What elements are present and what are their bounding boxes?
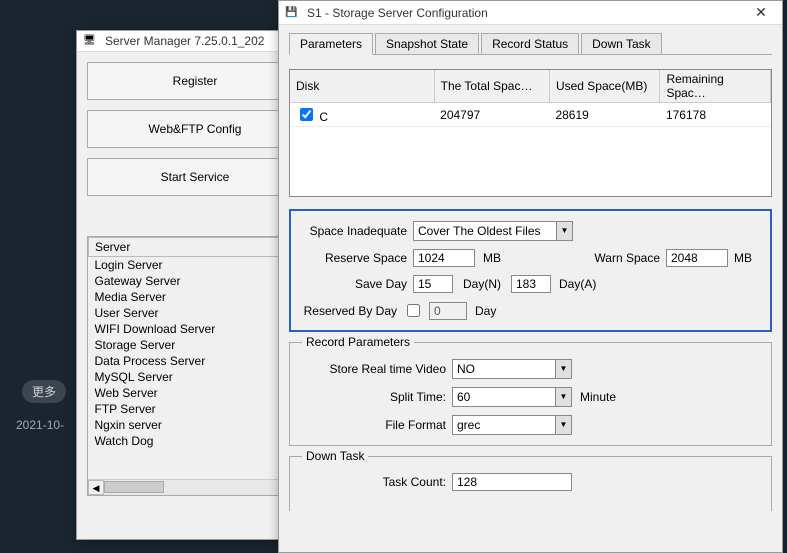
task-count-label: Task Count: — [302, 475, 452, 489]
disk-used: 28619 — [549, 103, 660, 127]
date-label: 2021-10- — [16, 418, 64, 432]
file-format-label: File Format — [302, 418, 452, 432]
tab-snapshot-state[interactable]: Snapshot State — [375, 33, 479, 55]
storage-config-title: S1 - Storage Server Configuration — [307, 6, 746, 20]
tab-down-task[interactable]: Down Task — [581, 33, 661, 55]
space-inadequate-value: Cover The Oldest Files — [418, 224, 541, 238]
day-a-label: Day(A) — [551, 277, 604, 291]
start-service-button[interactable]: Start Service — [87, 158, 303, 196]
warn-space-label: Warn Space — [594, 251, 666, 265]
col-used-space[interactable]: Used Space(MB) — [549, 70, 660, 103]
webftp-config-button[interactable]: Web&FTP Config — [87, 110, 303, 148]
storage-config-window: 💾 S1 - Storage Server Configuration ✕ Pa… — [278, 0, 783, 553]
disk-name: C — [319, 110, 328, 124]
store-realtime-combo[interactable]: NO ▼ — [452, 359, 572, 379]
split-time-combo[interactable]: 60 ▼ — [452, 387, 572, 407]
mb-unit-1: MB — [475, 251, 509, 265]
disk-icon: 💾 — [285, 7, 301, 19]
disk-remaining: 176178 — [660, 103, 771, 127]
task-count-input[interactable] — [452, 473, 572, 491]
chevron-down-icon[interactable]: ▼ — [556, 222, 572, 240]
tab-parameters[interactable]: Parameters — [289, 33, 373, 55]
save-day-a-input[interactable] — [511, 275, 551, 293]
reserve-space-input[interactable] — [413, 249, 475, 267]
save-day-n-input[interactable] — [413, 275, 453, 293]
file-format-combo[interactable]: grec ▼ — [452, 415, 572, 435]
disk-table[interactable]: Disk The Total Spac… Used Space(MB) Rema… — [289, 69, 772, 197]
store-realtime-value: NO — [457, 362, 475, 376]
close-button[interactable]: ✕ — [746, 4, 776, 21]
server-icon: 🖥 — [83, 35, 99, 47]
reserved-by-day-input — [429, 302, 467, 320]
mb-unit-2: MB — [728, 251, 758, 265]
down-task-group: Down Task Task Count: — [289, 456, 772, 511]
space-inadequate-label: Space Inadequate — [303, 224, 413, 238]
warn-space-input[interactable] — [666, 249, 728, 267]
reserved-by-day-checkbox[interactable] — [407, 304, 420, 317]
store-realtime-label: Store Real time Video — [302, 362, 452, 376]
disk-c-checkbox[interactable] — [300, 108, 313, 121]
reserve-space-label: Reserve Space — [303, 251, 413, 265]
split-time-label: Split Time: — [302, 390, 452, 404]
split-time-value: 60 — [457, 390, 470, 404]
tab-bar: Parameters Snapshot State Record Status … — [289, 33, 772, 55]
disk-header-row: Disk The Total Spac… Used Space(MB) Rema… — [290, 70, 771, 103]
record-parameters-group: Record Parameters Store Real time Video … — [289, 342, 772, 446]
chevron-down-icon[interactable]: ▼ — [555, 416, 571, 434]
disk-row[interactable]: C 204797 28619 176178 — [290, 103, 771, 127]
minute-label: Minute — [572, 390, 624, 404]
space-inadequate-combo[interactable]: Cover The Oldest Files ▼ — [413, 221, 573, 241]
storage-config-titlebar: 💾 S1 - Storage Server Configuration ✕ — [279, 1, 782, 25]
reserved-by-day-label: Reserved By Day — [303, 304, 403, 318]
save-day-label: Save Day — [303, 277, 413, 291]
disk-total: 204797 — [434, 103, 549, 127]
down-task-legend: Down Task — [302, 449, 368, 463]
scroll-thumb[interactable] — [104, 481, 164, 493]
more-button[interactable]: 更多 — [22, 380, 66, 403]
day-label: Day — [467, 304, 504, 318]
record-parameters-legend: Record Parameters — [302, 335, 414, 349]
scroll-left-arrow[interactable]: ◀ — [88, 480, 104, 495]
col-total-space[interactable]: The Total Spac… — [434, 70, 549, 103]
col-remaining-space[interactable]: Remaining Spac… — [660, 70, 771, 103]
col-disk[interactable]: Disk — [290, 70, 434, 103]
register-button[interactable]: Register — [87, 62, 303, 100]
file-format-value: grec — [457, 418, 480, 432]
chevron-down-icon[interactable]: ▼ — [555, 388, 571, 406]
tab-record-status[interactable]: Record Status — [481, 33, 579, 55]
day-n-label: Day(N) — [453, 277, 511, 291]
chevron-down-icon[interactable]: ▼ — [555, 360, 571, 378]
space-settings-group: Space Inadequate Cover The Oldest Files … — [289, 209, 772, 332]
